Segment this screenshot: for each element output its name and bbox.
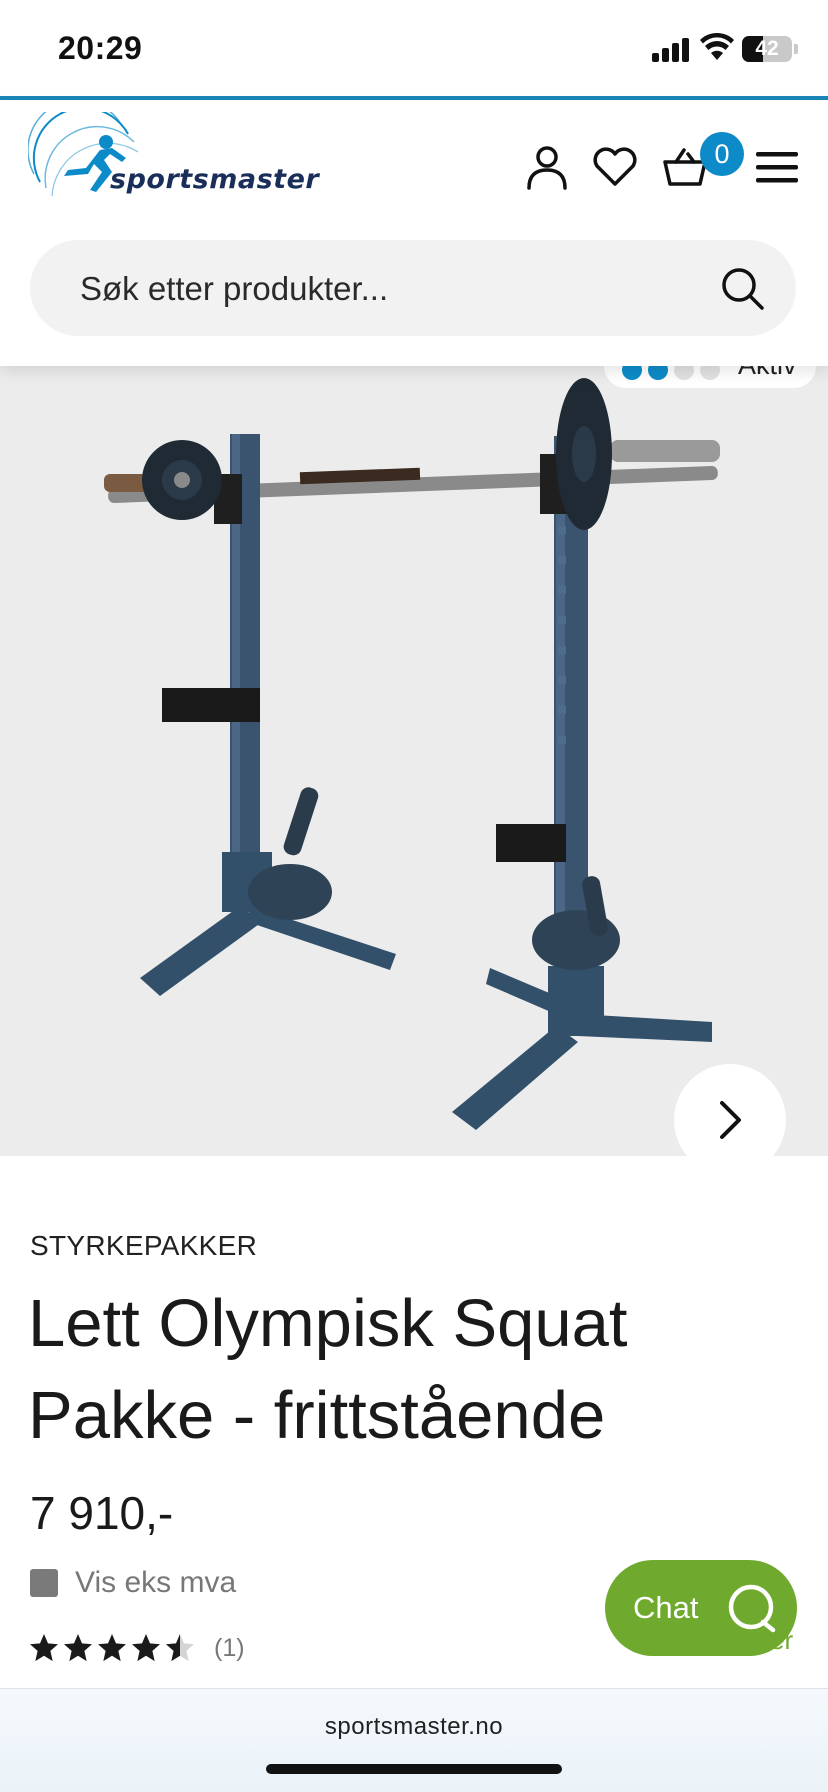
signal-icon [652, 36, 692, 62]
search-icon[interactable] [718, 264, 766, 312]
product-rating[interactable]: (1) [28, 1632, 245, 1664]
product-title: Lett Olympisk Squat Pakke - frittstående [28, 1286, 628, 1453]
battery-icon: 42 [742, 36, 792, 62]
vat-checkbox[interactable] [30, 1569, 58, 1597]
url-text: sportsmaster.no [324, 1713, 504, 1740]
chat-bubble-icon [728, 1584, 776, 1633]
wifi-icon [700, 32, 734, 60]
runner-logo-icon [27, 99, 139, 197]
cart-count-badge: 0 [700, 132, 744, 176]
product-category[interactable]: STYRKEPAKKER [30, 1230, 257, 1262]
vat-toggle-label[interactable]: Vis eks mva [75, 1566, 236, 1600]
user-icon[interactable] [522, 142, 572, 192]
chevron-right-icon [720, 1101, 741, 1139]
heart-icon[interactable] [590, 142, 640, 192]
status-time: 20:29 [58, 30, 143, 66]
star-half-icon [166, 1634, 194, 1662]
search-placeholder: Søk etter produkter... [80, 270, 389, 307]
chat-label: Chat [633, 1590, 699, 1625]
menu-icon[interactable] [752, 142, 802, 192]
status-bar: 20:29 42 [0, 0, 828, 96]
home-indicator[interactable] [266, 1764, 562, 1774]
star-icon [132, 1634, 160, 1662]
battery-cap [794, 44, 798, 54]
battery-level: 42 [755, 37, 779, 60]
site-header: sportsmaster 0 Søk etter produkter... [0, 99, 828, 366]
browser-address-bar[interactable]: sportsmaster.no [0, 1688, 828, 1792]
product-image-gallery[interactable] [0, 366, 828, 1156]
product-image [104, 378, 720, 1130]
chat-button[interactable]: Chat [605, 1560, 797, 1656]
star-icon [98, 1634, 126, 1662]
sportsmaster-logo[interactable]: sportsmaster [27, 99, 348, 212]
review-count[interactable]: (1) [214, 1634, 245, 1663]
star-icon [64, 1634, 92, 1662]
product-price: 7 910,- [30, 1487, 174, 1539]
logo-text: sportsmaster [110, 164, 320, 195]
star-icon [30, 1634, 58, 1662]
search-input[interactable]: Søk etter produkter... [30, 240, 796, 336]
